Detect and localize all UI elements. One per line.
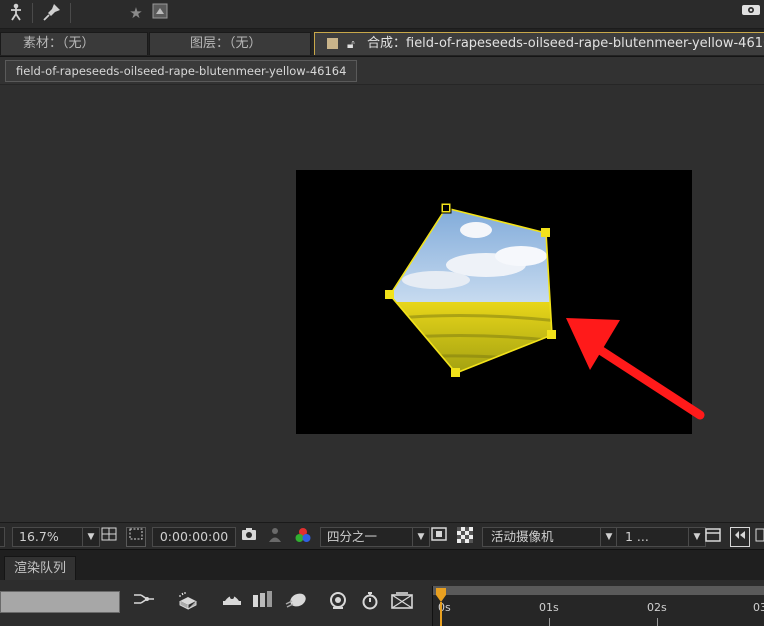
panel-icon[interactable] bbox=[148, 2, 172, 24]
star-icon[interactable]: ★ bbox=[124, 2, 148, 24]
tab-footage-label: 素材：（无） bbox=[23, 36, 95, 51]
timecode-value: 0:00:00:00 bbox=[159, 529, 229, 544]
top-toolbar: ★ bbox=[0, 0, 764, 29]
chevron-down-icon: ▼ bbox=[600, 528, 617, 546]
comp-settings-icon[interactable] bbox=[390, 591, 414, 613]
flowchart-icon[interactable] bbox=[730, 527, 750, 547]
region-of-interest-icon[interactable] bbox=[126, 527, 146, 547]
color-channels-icon[interactable] bbox=[294, 527, 312, 545]
timecode-display[interactable]: 0:00:00:00 bbox=[152, 527, 236, 547]
tab-footage[interactable]: 素材：（无） bbox=[0, 32, 148, 55]
panel-tab-bar: 素材：（无） 图层：（无） 🔓︎ 合成：field-of-rapeseeds-o… bbox=[0, 29, 764, 57]
motion-blur-icon[interactable] bbox=[284, 591, 308, 613]
layer-search-input[interactable] bbox=[0, 591, 120, 613]
tab-layer[interactable]: 图层：（无） bbox=[149, 32, 311, 55]
timeline-toggle-icon[interactable] bbox=[704, 527, 722, 545]
mask-vertex-first-marker bbox=[443, 205, 449, 211]
stopwatch-icon[interactable] bbox=[358, 591, 382, 613]
lower-tab-bar: 渲染队列 bbox=[0, 549, 764, 581]
playhead-icon[interactable] bbox=[434, 588, 448, 626]
fit-grid-icon[interactable] bbox=[100, 527, 118, 545]
tick-label: 01s bbox=[539, 601, 559, 614]
chevron-down-icon: ▼ bbox=[688, 528, 705, 546]
lock-icon[interactable]: 🔓︎ bbox=[347, 33, 355, 55]
composition-mini-flowchart-icon[interactable] bbox=[132, 591, 156, 613]
tick-label: 02s bbox=[647, 601, 667, 614]
fast-preview-icon[interactable] bbox=[430, 527, 448, 545]
frame-blending-icon[interactable] bbox=[250, 591, 274, 613]
pin-tool-icon[interactable] bbox=[40, 2, 64, 24]
mask-vertex-handle[interactable] bbox=[385, 290, 394, 299]
camera-view-dropdown[interactable]: 活动摄像机 ▼ bbox=[482, 527, 618, 547]
tab-render-queue[interactable]: 渲染队列 bbox=[4, 556, 77, 581]
timeline-panel: 0s 01s 02s 03 bbox=[0, 580, 764, 626]
tab-layer-label: 图层：（无） bbox=[190, 36, 262, 51]
comp-breadcrumb-bar: field-of-rapeseeds-oilseed-rape-blutenme… bbox=[0, 57, 764, 85]
time-ruler[interactable]: 0s 01s 02s 03 bbox=[432, 586, 764, 626]
zoom-value: 16.7% bbox=[19, 529, 59, 544]
tab-composition-label: 合成：field-of-rapeseeds-oilseed-rape-blute… bbox=[367, 36, 764, 51]
puppet-tool-icon[interactable] bbox=[4, 2, 28, 24]
mask-vertex-handle[interactable] bbox=[451, 368, 460, 377]
masked-footage-image bbox=[390, 208, 552, 373]
chevron-down-icon: ▼ bbox=[412, 528, 429, 546]
controls-edge bbox=[0, 527, 5, 547]
comp-breadcrumb[interactable]: field-of-rapeseeds-oilseed-rape-blutenme… bbox=[5, 60, 358, 82]
toolbar-divider bbox=[70, 3, 71, 23]
comp-color-swatch bbox=[327, 38, 338, 49]
chevron-down-icon: ▼ bbox=[82, 528, 99, 546]
mask-vertex-handle[interactable] bbox=[547, 330, 556, 339]
camera-view-value: 活动摄像机 bbox=[491, 529, 554, 544]
draft-3d-icon[interactable] bbox=[176, 591, 200, 613]
tick-mark bbox=[549, 618, 550, 626]
annotation-arrow-icon bbox=[566, 318, 705, 420]
graph-editor-icon[interactable] bbox=[326, 591, 350, 613]
camera-snapshot-icon[interactable] bbox=[240, 527, 258, 545]
toolbar-divider bbox=[32, 3, 33, 23]
composition-viewer[interactable] bbox=[0, 85, 764, 522]
viewer-controls-bar: 16.7% ▼ 0:00:00:00 四分之一 ▼ 活动摄像机 ▼ 1 ... … bbox=[0, 522, 764, 549]
transparency-grid-icon[interactable] bbox=[456, 527, 474, 545]
resolution-value: 四分之一 bbox=[327, 529, 378, 544]
tab-composition[interactable]: 🔓︎ 合成：field-of-rapeseeds-oilseed-rape-bl… bbox=[314, 32, 764, 55]
zoom-dropdown[interactable]: 16.7% ▼ bbox=[12, 527, 100, 547]
show-snapshot-icon[interactable] bbox=[266, 527, 284, 545]
work-area-bar[interactable] bbox=[433, 586, 764, 595]
hide-shy-layers-icon[interactable] bbox=[220, 591, 244, 613]
tick-mark bbox=[657, 618, 658, 626]
mask-vertex-handle[interactable] bbox=[541, 228, 550, 237]
view-layout-value: 1 ... bbox=[625, 529, 649, 544]
panel-menu-icon[interactable] bbox=[754, 527, 764, 545]
tick-label: 03 bbox=[753, 601, 764, 614]
tab-render-queue-label: 渲染队列 bbox=[14, 561, 67, 576]
settings-icon[interactable] bbox=[738, 2, 764, 24]
view-layout-dropdown[interactable]: 1 ... ▼ bbox=[616, 527, 706, 547]
resolution-dropdown[interactable]: 四分之一 ▼ bbox=[320, 527, 430, 547]
